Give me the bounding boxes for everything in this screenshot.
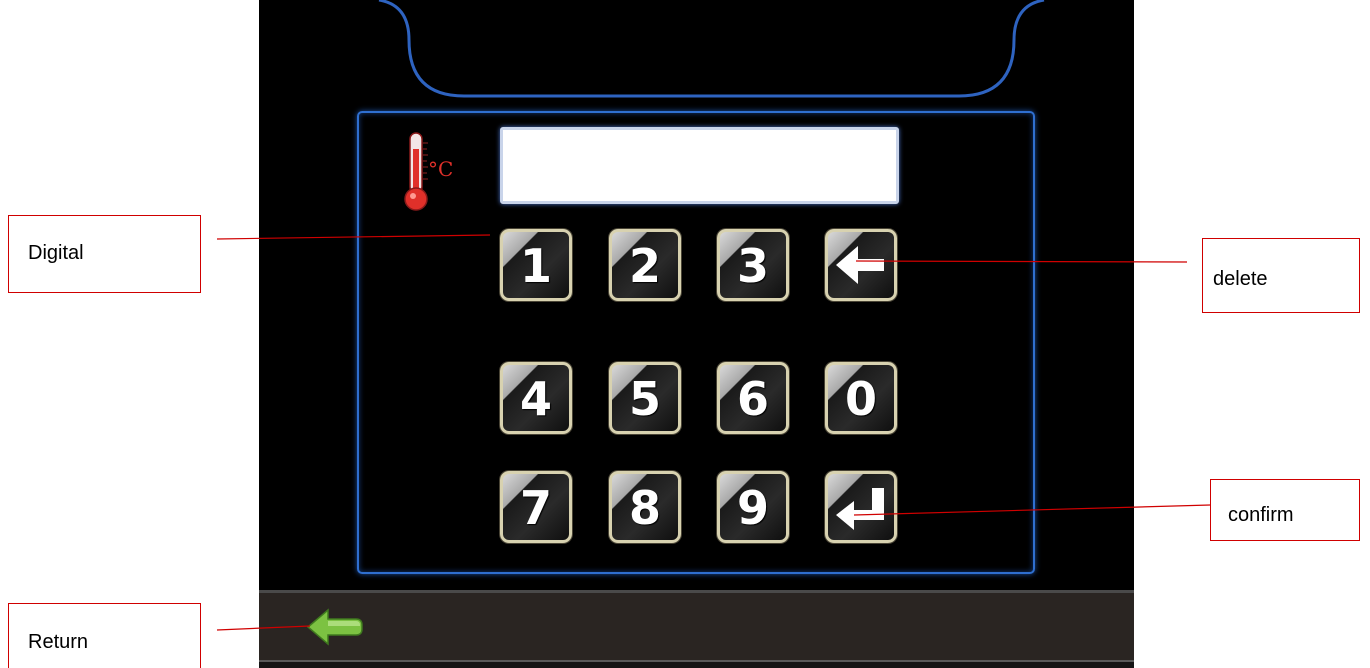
callout-return-label: Return	[28, 631, 89, 653]
callout-delete-label: delete	[1213, 268, 1268, 290]
callout-return: Return	[8, 603, 201, 668]
callout-confirm-label: confirm	[1228, 504, 1294, 526]
callout-leader-lines	[216, 234, 1211, 631]
callout-digital-label: Digital	[28, 242, 84, 264]
callout-confirm: confirm	[1210, 479, 1360, 541]
callout-digital: Digital	[8, 215, 201, 293]
stage: °C 1 2 3 4 5 6 0 7 8 9 Digital delete co…	[0, 0, 1370, 668]
callout-delete: delete	[1202, 238, 1360, 313]
